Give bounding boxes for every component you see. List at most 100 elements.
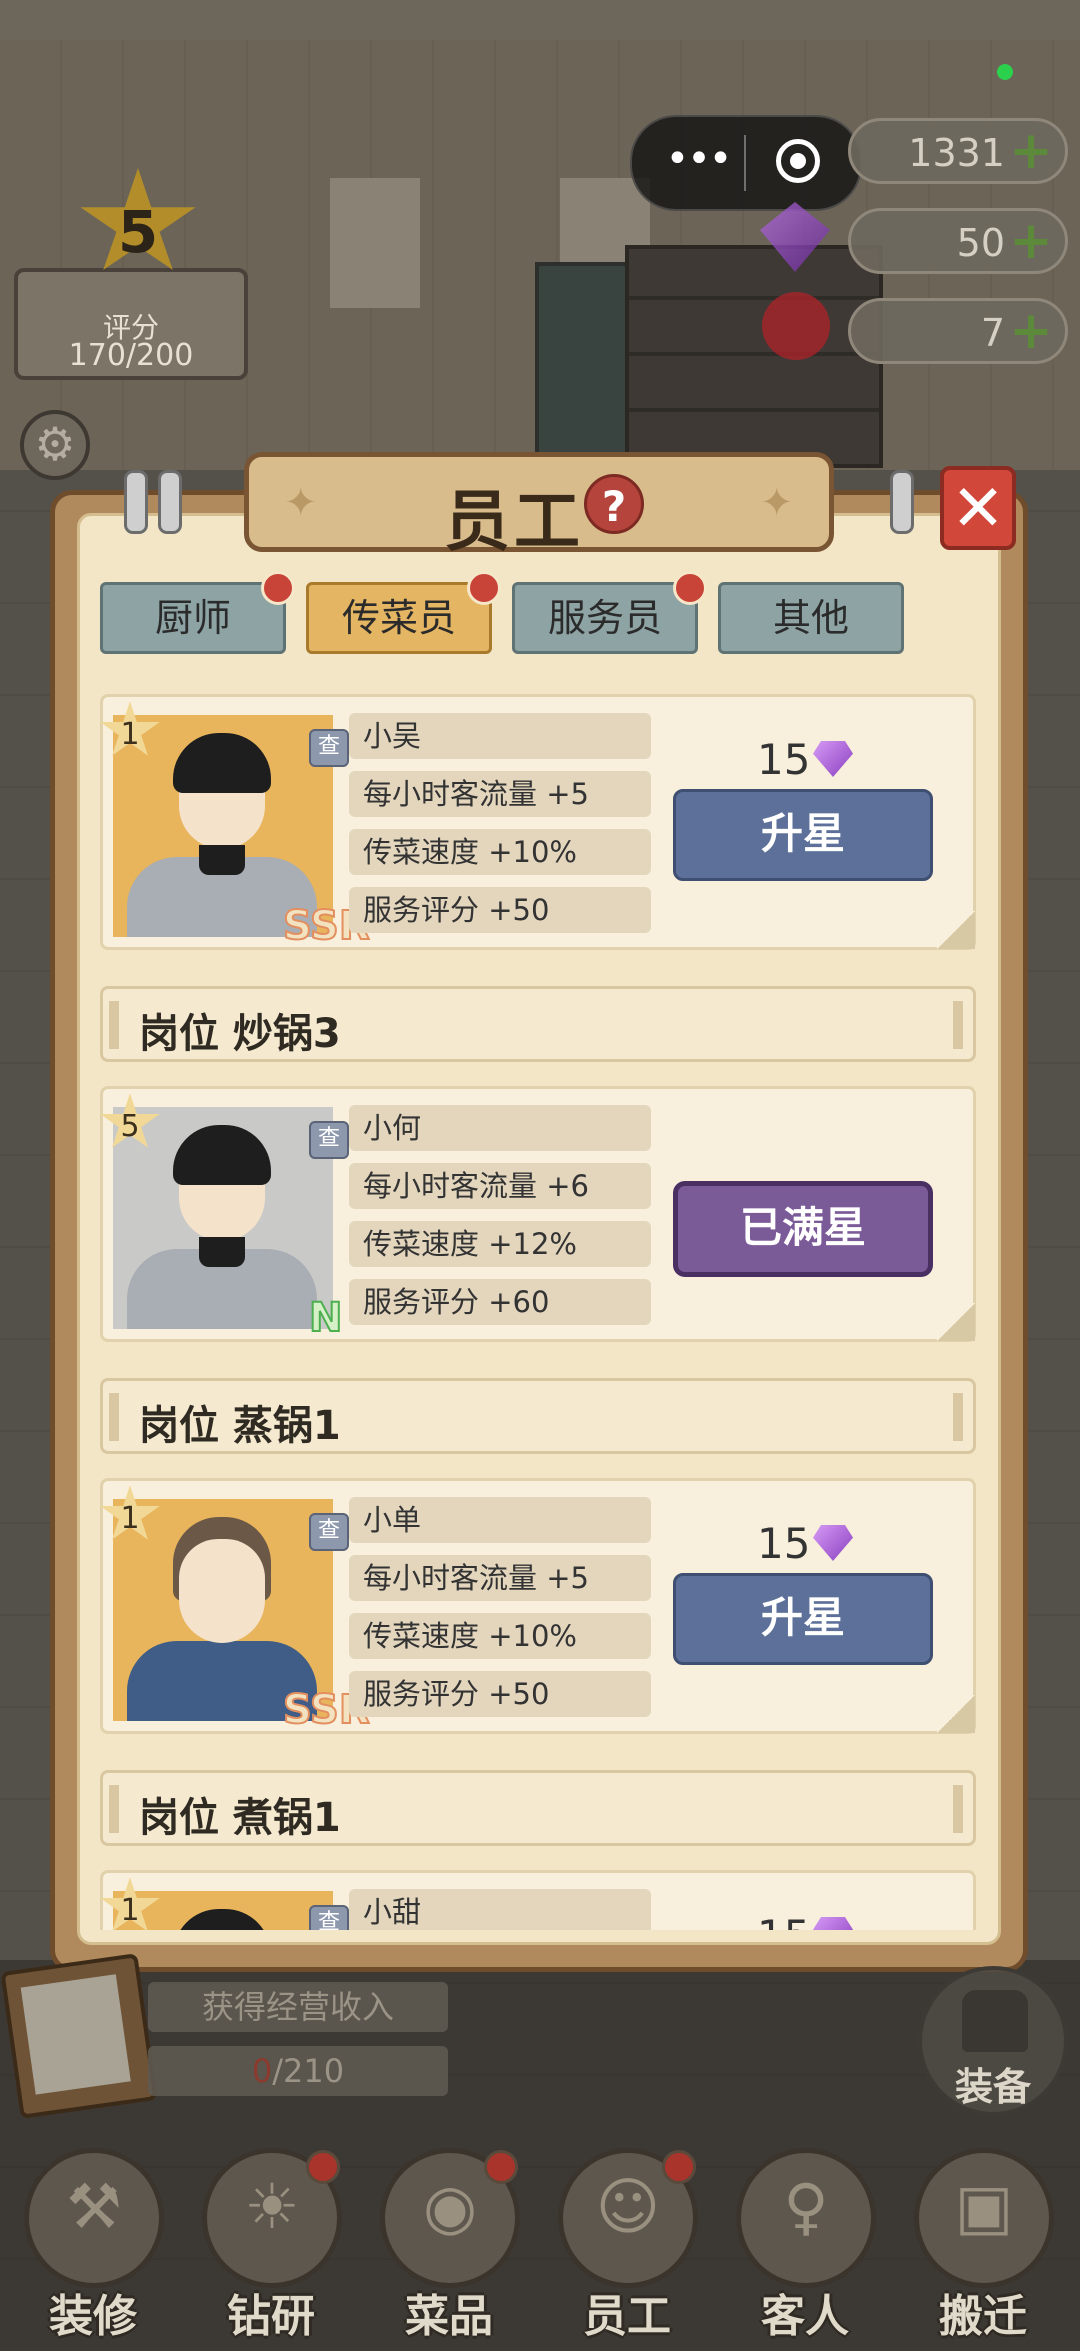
rarity-badge: N bbox=[308, 1294, 344, 1342]
nav-guests[interactable]: ♀ 客人 bbox=[730, 2148, 880, 2342]
close-icon: ✕ bbox=[951, 472, 1005, 546]
post-label-bar: 岗位 炒锅3 bbox=[100, 986, 976, 1062]
scroll-rod-icon bbox=[158, 470, 182, 534]
tab-waiter[interactable]: 服务员 bbox=[512, 571, 707, 654]
page-curl bbox=[937, 911, 975, 949]
view-details-icon[interactable]: 查 bbox=[309, 729, 349, 767]
help-icon[interactable]: ? bbox=[584, 474, 644, 534]
scroll-rod-icon bbox=[890, 470, 914, 534]
nav-research[interactable]: ☀ 钻研 bbox=[196, 2148, 346, 2342]
max-star-button[interactable]: 已满星 bbox=[673, 1181, 933, 1277]
nav-label: 装修 bbox=[49, 2291, 137, 2342]
staff-category-tabs: 厨师 传菜员 服务员 其他 bbox=[100, 571, 920, 656]
gear-icon[interactable]: ⚙ bbox=[20, 410, 90, 480]
staff-name: 小吴 bbox=[349, 713, 651, 759]
cash-value: 1331 bbox=[908, 131, 1005, 175]
post-label-bar: 岗位 煮锅1 bbox=[100, 1770, 976, 1846]
staff-level: 5 bbox=[120, 1109, 140, 1144]
staff-card: 1 查 小甜 15 bbox=[100, 1870, 976, 1930]
equip-button[interactable]: 装备 bbox=[918, 1966, 1068, 2116]
upgrade-star-button[interactable]: 升星 bbox=[673, 1573, 933, 1665]
task-title: 获得经营收入 bbox=[148, 1982, 448, 2032]
tab-chef[interactable]: 厨师 bbox=[100, 571, 295, 654]
staff-level: 1 bbox=[120, 1893, 140, 1928]
collar bbox=[199, 1237, 245, 1267]
staff-portrait[interactable]: 1 查 bbox=[100, 1877, 349, 1930]
capsule-divider bbox=[744, 135, 746, 191]
tab-label: 服务员 bbox=[547, 596, 662, 640]
dialog-title: 员工 bbox=[444, 482, 584, 560]
nav-dishes[interactable]: ◉ 菜品 bbox=[374, 2148, 524, 2342]
post-label: 岗位 蒸锅1 bbox=[139, 1403, 341, 1449]
guest-icon: ♀ bbox=[783, 2170, 829, 2243]
bar-edge bbox=[953, 1785, 963, 1833]
staff-portrait[interactable]: 5 查 N bbox=[100, 1093, 349, 1342]
page-curl bbox=[937, 1695, 975, 1733]
staff-name: 小单 bbox=[349, 1497, 651, 1543]
stat-speed: 传菜速度 +10% bbox=[349, 829, 651, 875]
wrench-icon: ⚒ bbox=[66, 2170, 122, 2243]
view-details-icon[interactable]: 查 bbox=[309, 1905, 349, 1930]
gem-icon bbox=[813, 1917, 853, 1930]
stat-rating: 服务评分 +50 bbox=[349, 887, 651, 933]
upgrade-cost: 15 bbox=[757, 1911, 810, 1930]
gem-icon bbox=[813, 1525, 853, 1561]
bar-edge bbox=[109, 1393, 119, 1441]
view-details-icon[interactable]: 查 bbox=[309, 1513, 349, 1551]
nav-decorate[interactable]: ⚒ 装修 bbox=[18, 2148, 168, 2342]
post-label: 岗位 炒锅3 bbox=[139, 1011, 341, 1057]
notification-badge bbox=[467, 571, 501, 605]
staff-list[interactable]: 1 查 SSR 小吴 每小时客流量 +5 传菜速度 +10% 服务评分 +50 … bbox=[100, 690, 978, 1930]
relocate-icon: ▣ bbox=[954, 2170, 1014, 2243]
nav-staff[interactable]: ☺ 员工 bbox=[552, 2148, 702, 2342]
close-button[interactable]: ✕ bbox=[940, 466, 1016, 550]
bar-edge bbox=[953, 1393, 963, 1441]
notification-badge bbox=[673, 571, 707, 605]
nav-label: 搬迁 bbox=[939, 2291, 1027, 2342]
scroll-rod-icon bbox=[124, 470, 148, 534]
staff-card: 1 查 SSR 小吴 每小时客流量 +5 传菜速度 +10% 服务评分 +50 … bbox=[100, 694, 976, 950]
staff-portrait[interactable]: 1 查 SSR bbox=[100, 701, 371, 950]
bar-edge bbox=[953, 1001, 963, 1049]
bar-edge bbox=[109, 1785, 119, 1833]
dialog-title-banner: ✦ ✦ 员工 ? bbox=[244, 446, 834, 560]
tab-runner[interactable]: 传菜员 bbox=[306, 571, 501, 654]
tab-label: 其他 bbox=[772, 596, 849, 640]
task-notebook-icon[interactable] bbox=[0, 1953, 158, 2119]
bar-edge bbox=[109, 1001, 119, 1049]
staff-portrait[interactable]: 1 查 SSR bbox=[100, 1485, 371, 1734]
drinks-fridge bbox=[535, 262, 633, 470]
nav-relocate[interactable]: ▣ 搬迁 bbox=[908, 2148, 1058, 2342]
upgrade-star-button[interactable]: 升星 bbox=[673, 789, 933, 881]
cash-counter: 1331 + bbox=[848, 118, 1068, 184]
miniprogram-capsule: ••• bbox=[630, 115, 862, 211]
close-miniprogram-icon[interactable] bbox=[776, 139, 820, 183]
stat-traffic: 每小时客流量 +6 bbox=[349, 1163, 651, 1209]
flower-value: 7 bbox=[980, 311, 1005, 355]
add-cash-icon[interactable]: + bbox=[1005, 125, 1057, 177]
face bbox=[179, 1539, 265, 1643]
rating-star-count: 5 bbox=[117, 198, 159, 266]
task-progress-total: /210 bbox=[272, 2052, 345, 2090]
add-flower-icon[interactable]: + bbox=[1005, 305, 1057, 357]
add-gem-icon[interactable]: + bbox=[1005, 215, 1057, 267]
tab-other[interactable]: 其他 bbox=[718, 582, 904, 654]
collar bbox=[199, 845, 245, 875]
post-label: 岗位 煮锅1 bbox=[139, 1795, 341, 1841]
more-menu-icon[interactable]: ••• bbox=[660, 139, 736, 187]
hair bbox=[173, 1909, 271, 1930]
task-progress-current: 0 bbox=[251, 2052, 273, 2090]
rating-panel[interactable]: 评分 170/200 bbox=[14, 268, 248, 380]
equip-label: 装备 bbox=[954, 2065, 1031, 2109]
hair bbox=[173, 1125, 271, 1185]
page-curl bbox=[937, 1303, 975, 1341]
stat-speed: 传菜速度 +12% bbox=[349, 1221, 651, 1267]
task-panel[interactable]: 获得经营收入 0/210 bbox=[148, 1982, 478, 2120]
view-details-icon[interactable]: 查 bbox=[309, 1121, 349, 1159]
flower-icon bbox=[762, 292, 830, 360]
staff-name: 小何 bbox=[349, 1105, 651, 1151]
notification-badge bbox=[306, 2150, 340, 2184]
notification-badge bbox=[662, 2150, 696, 2184]
sparkle-icon: ✦ bbox=[284, 480, 318, 526]
nav-label: 钻研 bbox=[227, 2291, 315, 2342]
